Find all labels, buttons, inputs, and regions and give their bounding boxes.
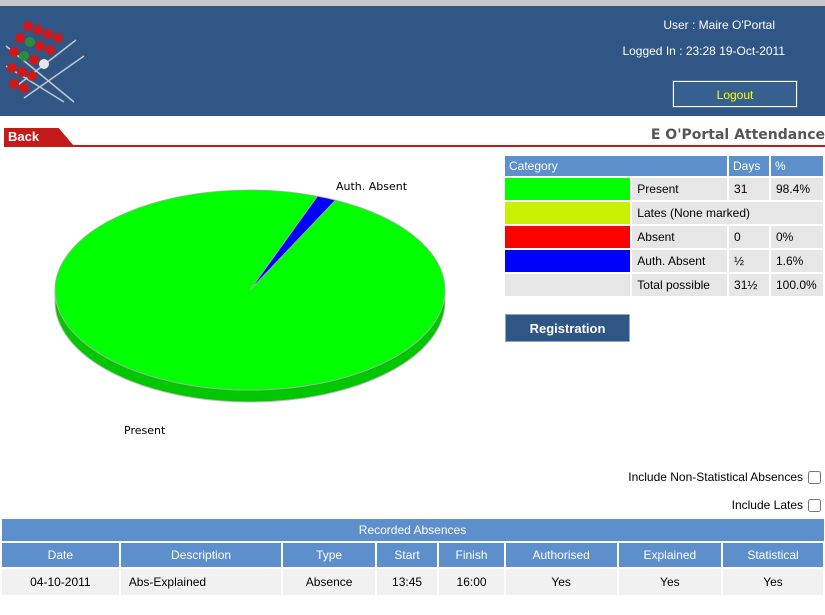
registration-button[interactable]: Registration xyxy=(505,314,630,342)
lates-checkbox[interactable] xyxy=(808,498,821,512)
column-header-description[interactable]: Description xyxy=(118,541,284,569)
category-color-swatch xyxy=(505,274,631,296)
category-label: Absent xyxy=(632,226,728,248)
cell-start: 13:45 xyxy=(374,567,440,597)
summary-row: Auth. Absent ½ 1.6% xyxy=(505,250,823,272)
non-statistical-checkbox[interactable] xyxy=(808,470,821,484)
app-header: User : Maire O'Portal Logged In : 23:28 … xyxy=(0,0,825,116)
category-days: ½ xyxy=(729,250,769,272)
category-color-swatch xyxy=(505,250,631,272)
column-header-finish[interactable]: Finish xyxy=(437,541,506,569)
category-label: Lates (None marked) xyxy=(632,202,823,224)
logout-button[interactable]: Logout xyxy=(672,80,798,108)
logo xyxy=(5,21,85,103)
category-percent: 1.6% xyxy=(770,250,823,272)
category-label: Total possible xyxy=(632,274,728,296)
column-header-type[interactable]: Type xyxy=(281,541,377,569)
pie-slice-present xyxy=(54,189,446,391)
days-header: Days xyxy=(729,156,769,176)
category-percent: 0% xyxy=(770,226,823,248)
category-days: 31 xyxy=(729,178,769,200)
summary-row: Absent 0 0% xyxy=(505,226,823,248)
category-label: Auth. Absent xyxy=(632,250,728,272)
category-days: 31½ xyxy=(729,274,769,296)
percent-header: % xyxy=(770,156,823,176)
cell-authorised: Yes xyxy=(503,567,619,597)
page-title: E O'Portal Attendance xyxy=(650,127,825,143)
recorded-absences-table: Recorded Absences Date Description Type Sta… xyxy=(0,518,825,597)
non-statistical-option: Include Non-Statistical Absences xyxy=(628,470,821,484)
category-percent: 98.4% xyxy=(770,178,823,200)
summary-row: Lates (None marked) xyxy=(505,202,823,224)
attendance-pie-chart: Auth. Absent Present xyxy=(54,180,446,437)
summary-header-row: Category Days % xyxy=(505,156,823,176)
current-user: User : Maire O'Portal xyxy=(663,18,775,32)
category-label: Present xyxy=(632,178,728,200)
non-statistical-label: Include Non-Statistical Absences xyxy=(628,470,803,484)
column-header-explained[interactable]: Explained xyxy=(616,541,724,569)
summary-row: Present 31 98.4% xyxy=(505,178,823,200)
cell-statistical: Yes xyxy=(721,567,825,597)
pie-label-present: Present xyxy=(124,424,166,437)
column-header-statistical[interactable]: Statistical xyxy=(721,541,825,569)
category-header: Category xyxy=(505,156,728,176)
recorded-absences-title: Recorded Absences xyxy=(0,518,825,543)
cell-date: 04-10-2011 xyxy=(0,567,121,597)
column-header-authorised[interactable]: Authorised xyxy=(503,541,619,569)
cell-type: Absence xyxy=(281,567,377,597)
back-button[interactable]: Back xyxy=(4,128,74,146)
category-color-swatch xyxy=(505,178,631,200)
absences-header-row: Date Description Type Start Finish Authorised… xyxy=(0,541,825,569)
cell-finish: 16:00 xyxy=(437,567,506,597)
cell-explained: Yes xyxy=(616,567,724,597)
title-divider xyxy=(4,145,825,147)
category-percent: 100.0% xyxy=(770,274,823,296)
attendance-summary-table: Category Days % Present 31 98.4% Lates (Non… xyxy=(503,154,825,298)
table-row[interactable]: 04-10-2011 Abs-Explained Absence 13:45 16:00… xyxy=(0,567,825,597)
category-color-swatch xyxy=(505,202,631,224)
cell-description: Abs-Explained xyxy=(118,567,284,597)
column-header-date[interactable]: Date xyxy=(0,541,121,569)
pie-label-auth-absent: Auth. Absent xyxy=(336,180,408,193)
logged-in-time: Logged In : 23:28 19-Oct-2011 xyxy=(622,44,785,58)
summary-row: Total possible 31½ 100.0% xyxy=(505,274,823,296)
category-days: 0 xyxy=(729,226,769,248)
category-color-swatch xyxy=(505,226,631,248)
column-header-start[interactable]: Start xyxy=(374,541,440,569)
lates-label: Include Lates xyxy=(731,498,803,512)
lates-option: Include Lates xyxy=(732,498,821,512)
